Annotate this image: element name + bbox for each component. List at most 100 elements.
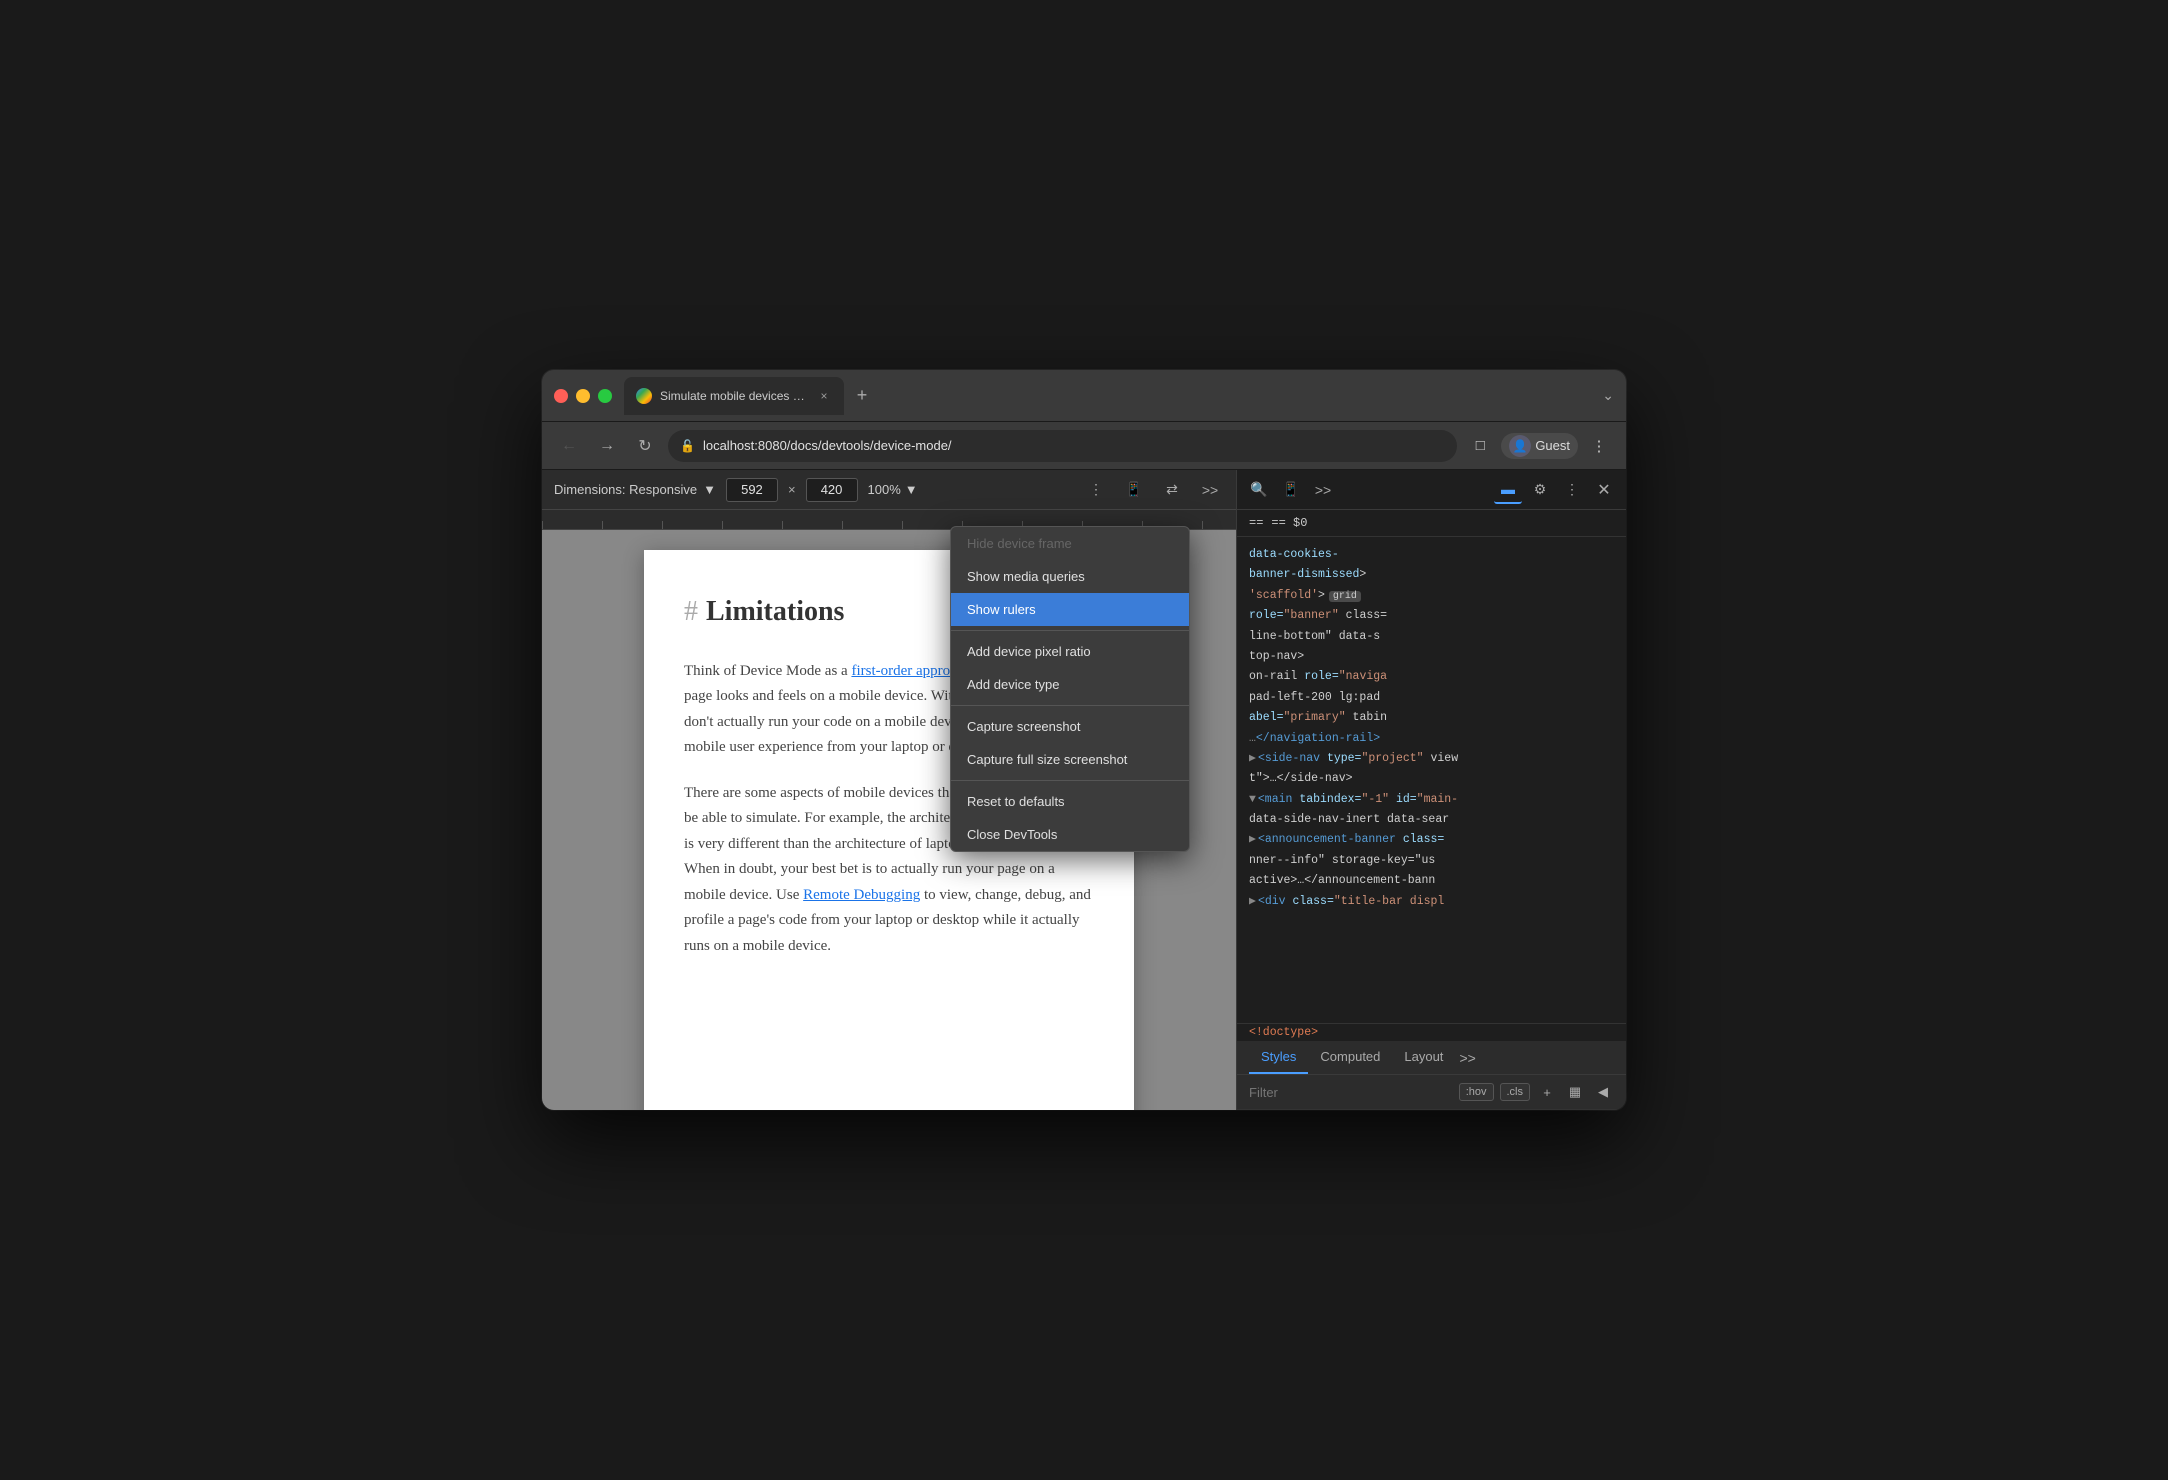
close-devtools-button[interactable]: ✕ [1590, 476, 1618, 504]
tree-line: pad-left-200 lg:pad [1237, 688, 1626, 708]
tree-line: data-side-nav-inert data-sear [1237, 810, 1626, 830]
tree-line: 'scaffold'>grid [1237, 586, 1626, 606]
back-button[interactable]: ← [554, 431, 584, 461]
doctype-line: <!doctype> [1237, 1023, 1626, 1041]
more-options-button[interactable]: ⋮ [1082, 476, 1110, 504]
more-toolbar-options[interactable]: >> [1196, 476, 1224, 504]
tree-line: active>…</announcement-bann [1237, 871, 1626, 891]
tree-line: banner-dismissed> [1237, 565, 1626, 585]
menu-item-capture-screenshot[interactable]: Capture screenshot [951, 710, 1189, 743]
profile-area[interactable]: 👤 Guest [1501, 433, 1578, 459]
menu-item-close-devtools[interactable]: Close DevTools [951, 818, 1189, 851]
menu-divider-3 [951, 780, 1189, 781]
heading-hash: # [684, 590, 698, 635]
more-panels-button[interactable]: >> [1309, 476, 1337, 504]
filter-input[interactable] [1249, 1085, 1451, 1100]
filter-bar: :hov .cls + ▦ ◀ [1237, 1075, 1626, 1110]
main-area: Dimensions: Responsive ▼ × 100% ▼ ⋮ 📱 ⇄ … [542, 470, 1626, 1110]
tab-styles[interactable]: Styles [1249, 1041, 1308, 1074]
tab-close-button[interactable]: × [816, 388, 832, 404]
tree-line: top-nav> [1237, 647, 1626, 667]
html-tree: data-cookies- banner-dismissed> 'scaffol… [1237, 537, 1626, 1019]
tree-line: ▶<side-nav type="project" view [1237, 749, 1626, 769]
width-input[interactable] [726, 478, 778, 502]
element-value: == $0 [1271, 516, 1307, 530]
nav-bar: ← → ↻ 🔓 localhost:8080/docs/devtools/dev… [542, 422, 1626, 470]
dimensions-label: Dimensions: Responsive [554, 482, 697, 497]
devtools-toolbar: 🔍 📱 >> ▬ ⚙ ⋮ ✕ [1237, 470, 1626, 510]
profile-icon: 👤 [1509, 435, 1531, 457]
zoom-arrow: ▼ [905, 482, 918, 497]
browser-window: Simulate mobile devices with D × + ⌄ ← →… [542, 370, 1626, 1110]
title-bar-right: ⌄ [1602, 387, 1614, 404]
devtools-toggle-button[interactable]: □ [1465, 431, 1495, 461]
tab-computed[interactable]: Computed [1308, 1041, 1392, 1074]
menu-item-show-rulers[interactable]: Show rulers [951, 593, 1189, 626]
inspect-element-button[interactable]: 🔍 [1245, 476, 1273, 504]
cls-button[interactable]: .cls [1500, 1083, 1531, 1101]
tree-line: on-rail role="naviga [1237, 667, 1626, 687]
new-tab-button[interactable]: + [848, 382, 876, 410]
close-window-button[interactable] [554, 389, 568, 403]
dimensions-selector[interactable]: Dimensions: Responsive ▼ [554, 482, 716, 497]
left-panel: Dimensions: Responsive ▼ × 100% ▼ ⋮ 📱 ⇄ … [542, 470, 1236, 1110]
rotate-icon[interactable]: ⇄ [1158, 476, 1186, 504]
tab-area: Simulate mobile devices with D × + [624, 377, 1594, 415]
tree-line: nner--info" storage-key="us [1237, 851, 1626, 871]
url-text: localhost:8080/docs/devtools/device-mode… [703, 438, 1445, 453]
tree-line: t">…</side-nav> [1237, 769, 1626, 789]
reload-button[interactable]: ↻ [630, 431, 660, 461]
zoom-selector[interactable]: 100% ▼ [868, 482, 918, 497]
lock-icon: 🔓 [680, 439, 695, 453]
tree-line: role="banner" class= [1237, 606, 1626, 626]
menu-item-hide-device-frame[interactable]: Hide device frame [951, 527, 1189, 560]
element-info-bar: == == $0 [1237, 510, 1626, 537]
settings-button[interactable]: ⚙ [1526, 476, 1554, 504]
dimension-x-separator: × [788, 482, 796, 497]
zoom-label: 100% [868, 482, 901, 497]
menu-item-add-pixel-ratio[interactable]: Add device pixel ratio [951, 635, 1189, 668]
para2-link[interactable]: Remote Debugging [803, 887, 920, 903]
heading-text: Limitations [706, 590, 844, 635]
minimize-window-button[interactable] [576, 389, 590, 403]
title-bar: Simulate mobile devices with D × + ⌄ [542, 370, 1626, 422]
elements-panel-button[interactable]: ▬ [1494, 476, 1522, 504]
hov-button[interactable]: :hov [1459, 1083, 1494, 1101]
tree-line: data-cookies- [1237, 545, 1626, 565]
add-style-rule-button[interactable]: + [1536, 1081, 1558, 1103]
nav-right-buttons: □ 👤 Guest ⋮ [1465, 431, 1614, 461]
tree-line: …</navigation-rail> [1237, 729, 1626, 749]
menu-item-capture-full-screenshot[interactable]: Capture full size screenshot [951, 743, 1189, 776]
devtools-bottom-tabs: Styles Computed Layout >> [1237, 1041, 1626, 1075]
more-devtools-options[interactable]: ⋮ [1558, 476, 1586, 504]
element-equals: == [1249, 516, 1263, 530]
tree-line: ▶<announcement-banner class= [1237, 830, 1626, 850]
style-panel-button[interactable]: ▦ [1564, 1081, 1586, 1103]
chrome-favicon [636, 388, 652, 404]
traffic-lights [554, 389, 612, 403]
forward-button[interactable]: → [592, 431, 622, 461]
computed-sidebar-button[interactable]: ◀ [1592, 1081, 1614, 1103]
device-mode-button[interactable]: 📱 [1277, 476, 1305, 504]
active-tab[interactable]: Simulate mobile devices with D × [624, 377, 844, 415]
menu-item-add-device-type[interactable]: Add device type [951, 668, 1189, 701]
dropdown-arrow: ▼ [703, 482, 716, 497]
maximize-window-button[interactable] [598, 389, 612, 403]
filter-actions: :hov .cls + ▦ ◀ [1459, 1081, 1614, 1103]
browser-menu-button[interactable]: ⋮ [1584, 431, 1614, 461]
address-bar[interactable]: 🔓 localhost:8080/docs/devtools/device-mo… [668, 430, 1457, 462]
tree-line: ▼<main tabindex="-1" id="main- [1237, 790, 1626, 810]
profile-label: Guest [1535, 438, 1570, 453]
para1-start: Think of Device Mode as a [684, 663, 851, 679]
menu-item-reset-defaults[interactable]: Reset to defaults [951, 785, 1189, 818]
tree-line: ▶<div class="title-bar displ [1237, 892, 1626, 912]
menu-item-show-media-queries[interactable]: Show media queries [951, 560, 1189, 593]
height-input[interactable] [806, 478, 858, 502]
window-menu-chevron[interactable]: ⌄ [1602, 387, 1614, 404]
menu-divider-2 [951, 705, 1189, 706]
device-mode-icon[interactable]: 📱 [1120, 476, 1148, 504]
devtools-panel: 🔍 📱 >> ▬ ⚙ ⋮ ✕ == == $0 data-cookies- [1236, 470, 1626, 1110]
more-tabs-button[interactable]: >> [1455, 1042, 1479, 1074]
context-menu: Hide device frame Show media queries Sho… [950, 526, 1190, 852]
tab-layout[interactable]: Layout [1392, 1041, 1455, 1074]
